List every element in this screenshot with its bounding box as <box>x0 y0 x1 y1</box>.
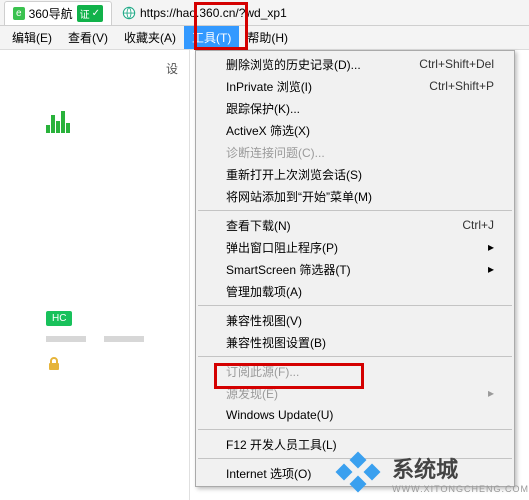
dd-feed-discover: 源发现(E)▸ <box>196 382 514 404</box>
lock-icon <box>46 356 62 372</box>
dd-compat-view[interactable]: 兼容性视图(V) <box>196 309 514 331</box>
dd-diagnose: 诊断连接问题(C)... <box>196 141 514 163</box>
dd-windows-update[interactable]: Windows Update(U) <box>196 404 514 426</box>
dd-compat-settings[interactable]: 兼容性视图设置(B) <box>196 331 514 353</box>
chevron-right-icon: ▸ <box>488 386 494 400</box>
menu-edit[interactable]: 编辑(E) <box>4 26 60 49</box>
dd-sep-3 <box>198 356 512 357</box>
browser-tab[interactable]: e 360导航 证✓ <box>4 1 112 25</box>
dd-smartscreen[interactable]: SmartScreen 筛选器(T)▸ <box>196 258 514 280</box>
url-area <box>118 6 525 20</box>
dd-inprivate[interactable]: InPrivate 浏览(I)Ctrl+Shift+P <box>196 75 514 97</box>
site-favicon: e <box>13 7 25 20</box>
watermark-brand: 系统城 <box>392 457 458 482</box>
dd-activex[interactable]: ActiveX 筛选(X) <box>196 119 514 141</box>
hc-badge: HC <box>46 311 72 326</box>
menu-help[interactable]: 帮助(H) <box>239 26 296 49</box>
dd-delete-history[interactable]: 删除浏览的历史记录(D)...Ctrl+Shift+Del <box>196 53 514 75</box>
cert-badge: 证✓ <box>77 5 103 22</box>
dd-sep-2 <box>198 305 512 306</box>
left-panel: 设 HC <box>0 50 190 500</box>
sep-bars <box>46 336 183 342</box>
menu-favorites[interactable]: 收藏夹(A) <box>116 26 184 49</box>
url-input[interactable] <box>140 6 360 20</box>
dd-tracking[interactable]: 跟踪保护(K)... <box>196 97 514 119</box>
watermark-icon <box>332 452 386 494</box>
address-strip: e 360导航 证✓ <box>0 0 529 26</box>
dd-addons[interactable]: 管理加载项(A) <box>196 280 514 302</box>
tab-title: 360导航 <box>29 5 73 22</box>
chevron-right-icon: ▸ <box>488 240 494 254</box>
menu-view[interactable]: 查看(V) <box>60 26 116 49</box>
globe-icon <box>122 6 136 20</box>
watermark-sub: WWW.XITONGCHENG.COM <box>392 484 529 494</box>
left-label: 设 <box>6 56 183 81</box>
dd-sep-4 <box>198 429 512 430</box>
tools-dropdown: 删除浏览的历史记录(D)...Ctrl+Shift+Del InPrivate … <box>195 50 515 487</box>
chevron-right-icon: ▸ <box>488 262 494 276</box>
menu-tools[interactable]: 工具(T) <box>184 26 239 49</box>
watermark: 系统城 WWW.XITONGCHENG.COM <box>332 452 529 494</box>
dd-downloads[interactable]: 查看下载(N)Ctrl+J <box>196 214 514 236</box>
thumbnail-chart <box>46 111 102 141</box>
dd-add-start[interactable]: 将网站添加到“开始”菜单(M) <box>196 185 514 207</box>
dd-popup[interactable]: 弹出窗口阻止程序(P)▸ <box>196 236 514 258</box>
dd-sep-1 <box>198 210 512 211</box>
menubar: 编辑(E) 查看(V) 收藏夹(A) 工具(T) 帮助(H) <box>0 26 529 50</box>
dd-subscribe: 订阅此源(F)... <box>196 360 514 382</box>
dd-reopen[interactable]: 重新打开上次浏览会话(S) <box>196 163 514 185</box>
